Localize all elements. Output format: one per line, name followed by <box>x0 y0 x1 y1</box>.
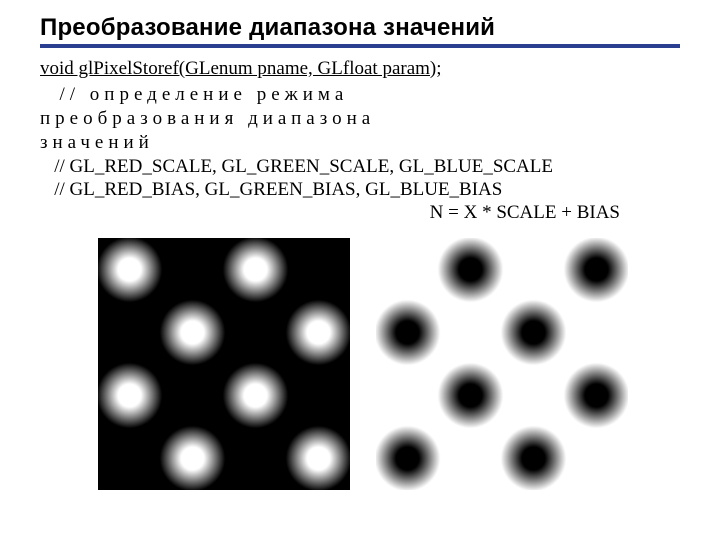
figure-right <box>376 238 628 490</box>
constants-line-2: // GL_RED_BIAS, GL_GREEN_BIAS, GL_BLUE_B… <box>40 179 690 201</box>
constants-line-1: // GL_RED_SCALE, GL_GREEN_SCALE, GL_BLUE… <box>40 156 690 178</box>
formula: N = X * SCALE + BIAS <box>40 202 690 224</box>
slide: Преобразование диапазона значений void g… <box>0 0 720 540</box>
slide-title: Преобразование диапазона значений <box>40 14 690 42</box>
figure-left <box>98 238 350 490</box>
comment-line-3: значений <box>40 132 690 154</box>
figures-row <box>98 238 690 490</box>
title-underline <box>40 44 680 48</box>
code-signature: void glPixelStoref(GLenum pname, GLfloat… <box>40 58 690 80</box>
comment-line-1: // определение режима <box>40 84 690 106</box>
comment-line-2: преобразования диапазона <box>40 108 690 130</box>
